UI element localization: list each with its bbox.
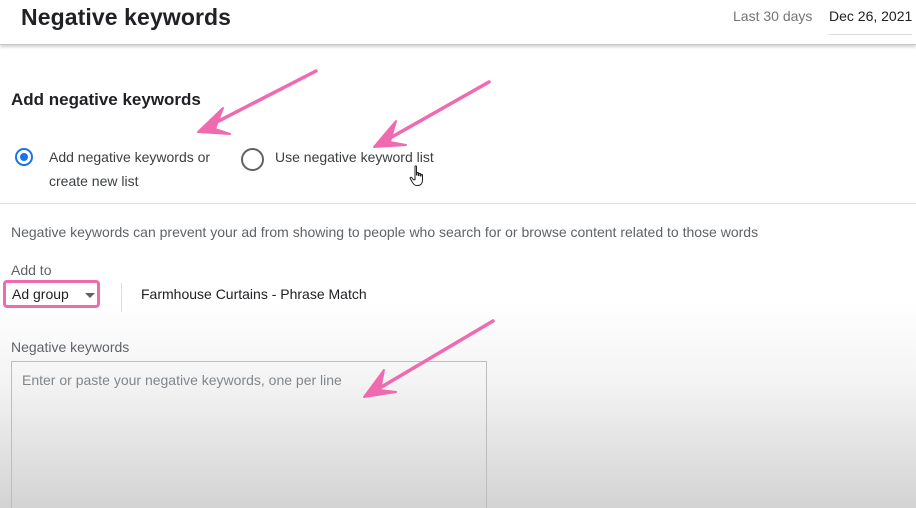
vertical-divider <box>121 283 122 312</box>
section-title: Add negative keywords <box>11 90 201 109</box>
hand-cursor-icon <box>409 165 423 186</box>
annotation-arrow-2 <box>381 80 491 144</box>
section-divider <box>0 203 916 204</box>
ad-group-name[interactable]: Farmhouse Curtains - Phrase Match <box>141 286 367 302</box>
page-title: Negative keywords <box>21 4 232 30</box>
radio-use-keyword-list[interactable] <box>241 148 264 171</box>
add-to-level-dropdown[interactable]: Ad group <box>3 280 100 308</box>
page-header: Negative keywords Last 30 days Dec 26, 2… <box>0 0 916 45</box>
add-to-level-value: Ad group <box>12 286 69 302</box>
add-to-label: Add to <box>11 262 52 278</box>
annotation-arrow-1 <box>205 69 318 129</box>
radio-add-new-keywords[interactable] <box>15 148 33 166</box>
radio-add-new-keywords-label[interactable]: Add negative keywords or create new list <box>49 145 210 193</box>
annotation-arrowhead-1 <box>197 107 231 135</box>
negative-keywords-input[interactable] <box>11 361 487 508</box>
help-description: Negative keywords can prevent your ad fr… <box>11 224 759 240</box>
date-range-label[interactable]: Last 30 days <box>733 8 812 24</box>
radio-add-new-line1: Add negative keywords or <box>49 149 211 165</box>
negative-keywords-label: Negative keywords <box>11 339 130 355</box>
radio-add-new-line2: create new list <box>49 173 139 189</box>
date-range-picker[interactable]: Dec 26, 2021 <box>829 8 913 35</box>
dropdown-caret-icon <box>85 293 95 298</box>
annotation-arrowhead-2 <box>373 120 407 148</box>
